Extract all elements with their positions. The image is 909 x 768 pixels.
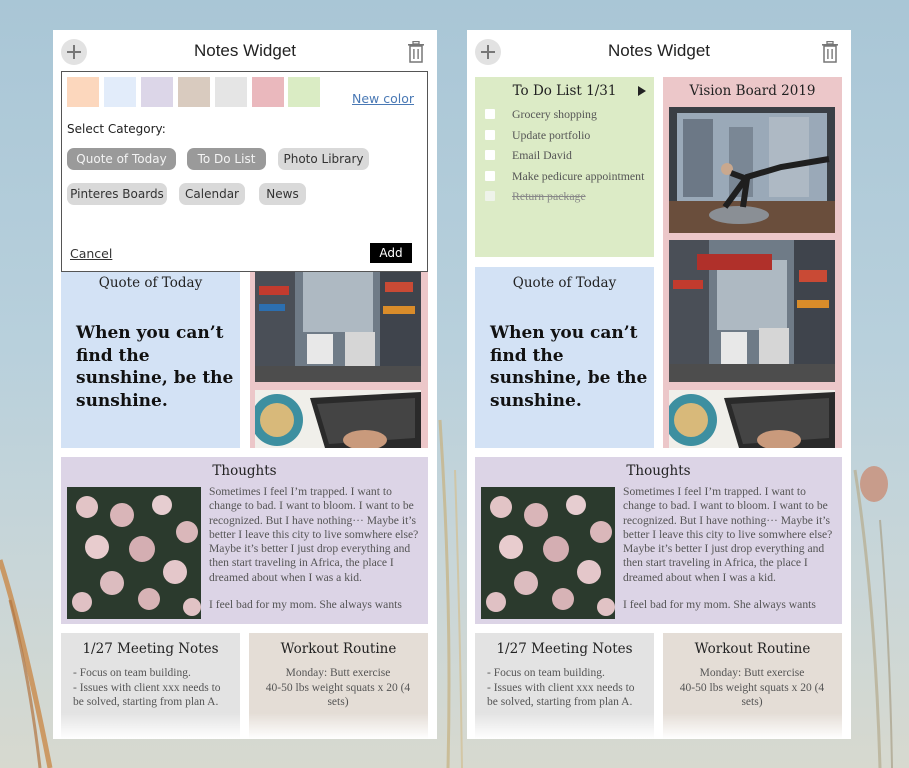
new-note-dialog: New color Select Category: Quote of Toda… bbox=[61, 71, 428, 272]
widget-title: Notes Widget bbox=[607, 41, 711, 60]
meeting-line: be solved, starting from plan A. bbox=[487, 696, 633, 708]
thoughts-title: Thoughts bbox=[212, 463, 277, 479]
workout-line: 40-50 lbs weight squats x 20 (4 bbox=[265, 681, 411, 694]
widget-title: Notes Widget bbox=[193, 41, 297, 60]
meeting-notes-card[interactable]: 1/27 Meeting Notes - Focus on team build… bbox=[61, 633, 240, 739]
thoughts-paragraph: Sometimes I feel I’m trapped. I want to … bbox=[209, 485, 419, 584]
todo-item-text: Grocery shopping bbox=[512, 107, 597, 121]
street-photo bbox=[255, 272, 421, 382]
vision-board-title: Vision Board 2019 bbox=[689, 83, 816, 99]
category-chip-news[interactable]: News bbox=[259, 183, 306, 205]
thoughts-card[interactable]: Thoughts Sometimes I feel I’m trapped. I… bbox=[475, 457, 842, 624]
category-chip-quote-of-today[interactable]: Quote of Today bbox=[67, 148, 176, 170]
color-swatch[interactable] bbox=[252, 77, 284, 107]
workout-title: Workout Routine bbox=[694, 641, 811, 657]
laptop-photo bbox=[669, 390, 835, 448]
meeting-line: be solved, starting from plan A. bbox=[73, 696, 219, 708]
yoga-photo bbox=[669, 107, 835, 233]
todo-card[interactable]: To Do List 1/31 Grocery shopping Update … bbox=[475, 77, 654, 257]
workout-line: Monday: Butt exercise bbox=[285, 667, 391, 679]
meeting-title: 1/27 Meeting Notes bbox=[82, 641, 219, 657]
todo-item-text: Return package bbox=[512, 189, 586, 203]
color-swatch[interactable] bbox=[141, 77, 173, 107]
todo-item[interactable]: Email David bbox=[485, 148, 654, 169]
meeting-line: - Issues with client xxx needs to bbox=[487, 681, 635, 694]
color-swatch[interactable] bbox=[215, 77, 247, 107]
thoughts-paragraph: I feel bad for my mom. She always wants bbox=[209, 598, 402, 612]
meeting-notes-card[interactable]: 1/27 Meeting Notes - Focus on team build… bbox=[475, 633, 654, 739]
color-swatch[interactable] bbox=[178, 77, 210, 107]
roses-photo bbox=[67, 487, 201, 619]
laptop-photo bbox=[255, 390, 421, 448]
fade-overlay bbox=[61, 713, 240, 739]
new-color-link[interactable]: New color bbox=[352, 91, 414, 106]
vision-board-card[interactable]: Vision Board 2019 bbox=[663, 77, 842, 448]
fade-overlay bbox=[663, 713, 842, 739]
workout-line: sets) bbox=[327, 696, 349, 708]
todo-item[interactable]: Grocery shopping bbox=[485, 107, 654, 128]
meeting-line: - Focus on team building. bbox=[487, 667, 605, 679]
meeting-line: - Issues with client xxx needs to bbox=[73, 681, 221, 694]
roses-photo bbox=[481, 487, 615, 619]
meeting-title: 1/27 Meeting Notes bbox=[496, 641, 633, 657]
workout-title: Workout Routine bbox=[280, 641, 397, 657]
quote-text: When you can’t find the sunshine, be the… bbox=[490, 323, 648, 411]
photo-board-card bbox=[250, 272, 428, 448]
notes-widget-panel-editing: Notes Widget Quote of Today When you can… bbox=[53, 30, 437, 739]
checkbox[interactable] bbox=[485, 129, 495, 140]
workout-line: 40-50 lbs weight squats x 20 (4 bbox=[679, 681, 825, 694]
thoughts-paragraph: I feel bad for my mom. She always wants bbox=[623, 598, 816, 612]
meeting-line: - Focus on team building. bbox=[73, 667, 191, 679]
trash-icon[interactable] bbox=[821, 41, 839, 63]
fade-overlay bbox=[249, 713, 428, 739]
thoughts-paragraph: Sometimes I feel I’m trapped. I want to … bbox=[623, 485, 833, 584]
select-category-label: Select Category: bbox=[67, 122, 166, 136]
checkbox[interactable] bbox=[485, 170, 495, 181]
todo-item[interactable]: Make pedicure appointment bbox=[485, 169, 654, 190]
widget-header: Notes Widget bbox=[53, 30, 437, 74]
color-swatch[interactable] bbox=[104, 77, 136, 107]
todo-item-text: Update portfolio bbox=[512, 127, 591, 142]
color-swatch[interactable] bbox=[67, 77, 99, 107]
street-photo bbox=[669, 240, 835, 382]
play-icon[interactable] bbox=[638, 86, 646, 96]
quote-card[interactable]: Quote of Today When you can’t find the s… bbox=[61, 272, 240, 448]
category-chip-calendar[interactable]: Calendar bbox=[179, 183, 245, 205]
category-chip-to-do-list[interactable]: To Do List bbox=[187, 148, 266, 170]
workout-line: sets) bbox=[741, 696, 763, 708]
thoughts-title: Thoughts bbox=[626, 463, 691, 479]
checkbox[interactable] bbox=[485, 150, 495, 160]
widget-header: Notes Widget bbox=[467, 30, 851, 74]
category-chip-pinteres-boards[interactable]: Pinteres Boards bbox=[67, 183, 167, 205]
color-swatch[interactable] bbox=[288, 77, 320, 107]
notes-widget-panel: Notes Widget To Do List 1/31 Grocery sho… bbox=[467, 30, 851, 739]
todo-title: To Do List 1/31 bbox=[512, 83, 617, 99]
workout-card[interactable]: Workout Routine Monday: Butt exercise 40… bbox=[663, 633, 842, 739]
category-chip-photo-library[interactable]: Photo Library bbox=[278, 148, 369, 170]
quote-text: When you can’t find the sunshine, be the… bbox=[76, 323, 234, 411]
workout-line: Monday: Butt exercise bbox=[699, 667, 805, 679]
todo-item-done[interactable]: Return package bbox=[485, 189, 654, 210]
todo-item-text: Email David bbox=[512, 148, 572, 162]
thoughts-card[interactable]: Thoughts Sometimes I feel I’m trapped. I… bbox=[61, 457, 428, 624]
todo-item-text: Make pedicure appointment bbox=[512, 168, 645, 183]
quote-title: Quote of Today bbox=[98, 275, 203, 291]
quote-card[interactable]: Quote of Today When you can’t find the s… bbox=[475, 267, 654, 448]
trash-icon[interactable] bbox=[407, 41, 425, 63]
checkbox[interactable] bbox=[485, 191, 495, 201]
todo-item[interactable]: Update portfolio bbox=[485, 128, 654, 149]
cancel-button[interactable]: Cancel bbox=[70, 246, 112, 261]
fade-overlay bbox=[475, 713, 654, 739]
workout-card[interactable]: Workout Routine Monday: Butt exercise 40… bbox=[249, 633, 428, 739]
quote-title: Quote of Today bbox=[512, 275, 617, 291]
add-button[interactable]: Add bbox=[370, 243, 412, 263]
checkbox[interactable] bbox=[485, 109, 495, 119]
